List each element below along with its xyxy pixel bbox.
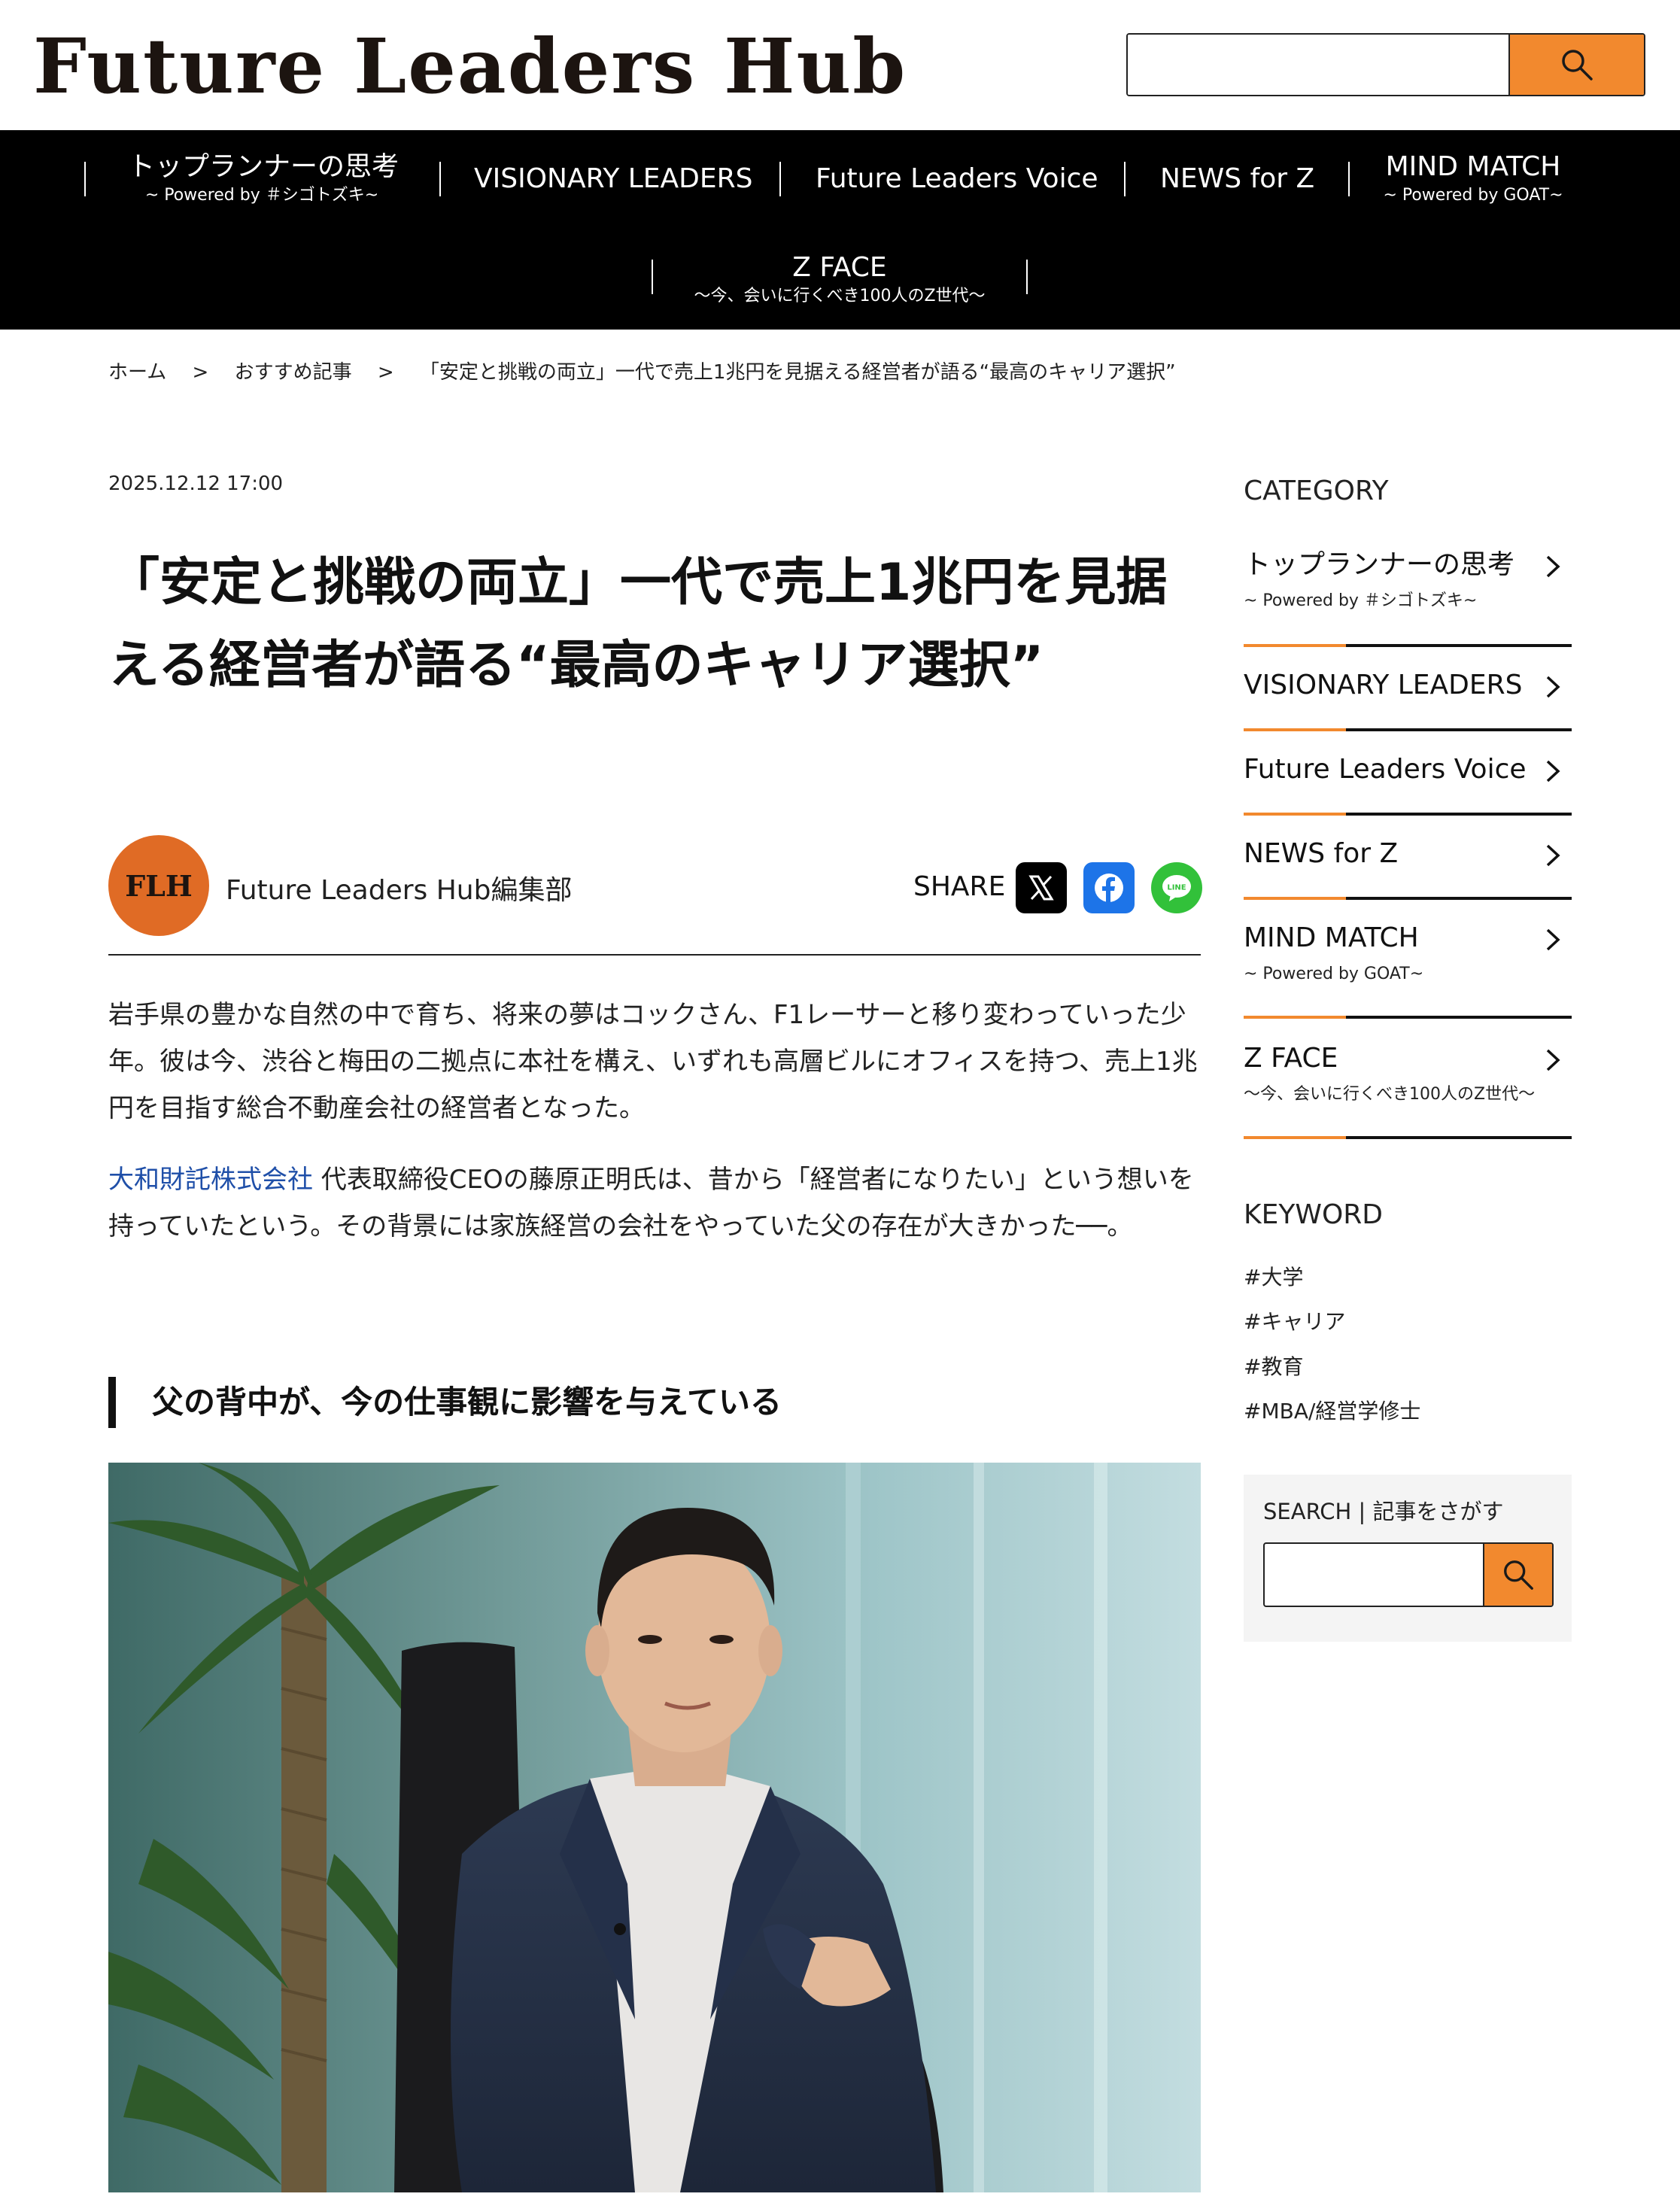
- header-search-button[interactable]: [1508, 35, 1644, 95]
- share-line-button[interactable]: LINE: [1151, 862, 1202, 913]
- nav-item-z-face[interactable]: Z FACE 〜今、会いに行くべき100人のZ世代〜: [683, 251, 996, 308]
- category-heading: CATEGORY: [1244, 476, 1389, 506]
- author-bar: FLH Future Leaders Hub編集部 SHARE LINE: [108, 835, 1202, 956]
- header-search: [1126, 33, 1645, 96]
- author-name[interactable]: Future Leaders Hub編集部: [226, 868, 572, 907]
- nav-divider: [1124, 162, 1126, 196]
- category-divider: [1244, 813, 1572, 816]
- nav-divider: [84, 162, 86, 196]
- sidebar-search-input[interactable]: [1263, 1542, 1554, 1607]
- article-date: 2025.12.12 17:00: [108, 472, 284, 495]
- keyword-heading: KEYWORD: [1244, 1199, 1384, 1230]
- article-paragraph: 岩手県の豊かな自然の中で育ち、将来の夢はコックさん、F1レーサーと移り変わってい…: [108, 1000, 1198, 1123]
- facebook-icon: [1095, 874, 1123, 903]
- article-photo: [108, 1463, 1201, 2192]
- svg-text:LINE: LINE: [1167, 884, 1186, 892]
- breadcrumb-category[interactable]: おすすめ記事: [235, 361, 352, 384]
- share-facebook-button[interactable]: [1083, 862, 1135, 913]
- category-divider: [1244, 897, 1572, 900]
- header-search-input[interactable]: [1128, 35, 1508, 95]
- chevron-right-icon: [1546, 760, 1560, 782]
- sidebar-category-z-face[interactable]: Z FACE 〜今、会いに行くべき100人のZ世代〜: [1244, 1041, 1572, 1106]
- nav-divider: [779, 162, 781, 196]
- company-link[interactable]: 大和財託株式会社: [108, 1165, 313, 1195]
- keyword-link[interactable]: #教育: [1244, 1351, 1303, 1381]
- section-heading: 父の背中が、今の仕事観に影響を与えている: [108, 1377, 782, 1428]
- breadcrumb: ホーム > おすすめ記事 > 「安定と挑戦の両立」一代で売上1兆円を見据える経営…: [108, 357, 1195, 384]
- nav-item-visionary-leaders[interactable]: VISIONARY LEADERS: [474, 162, 753, 196]
- search-icon: [1562, 50, 1593, 81]
- chevron-right-icon: [1546, 555, 1560, 578]
- category-divider: [1244, 1136, 1572, 1139]
- sidebar-search-button[interactable]: [1483, 1544, 1552, 1606]
- nav-divider: [652, 260, 653, 294]
- x-logo-icon: [1028, 875, 1054, 901]
- article-paragraph: 大和財託株式会社 代表取締役CEOの藤原正明氏は、昔から「経営者になりたい」とい…: [108, 1165, 1194, 1241]
- chevron-right-icon: [1546, 676, 1560, 698]
- nav-item-news-for-z[interactable]: NEWS for Z: [1160, 162, 1314, 196]
- sidebar-category-toprunner[interactable]: トップランナーの思考 ~ Powered by ＃シゴトズキ~: [1244, 548, 1572, 612]
- keyword-link[interactable]: #大学: [1244, 1261, 1303, 1291]
- nav-divider: [1026, 260, 1028, 294]
- chevron-right-icon: [1546, 928, 1560, 951]
- chevron-right-icon: [1546, 844, 1560, 867]
- keyword-link[interactable]: #MBA/経営学修士: [1244, 1395, 1420, 1425]
- category-divider: [1244, 1016, 1572, 1019]
- breadcrumb-separator: >: [192, 361, 209, 384]
- share-x-button[interactable]: [1016, 862, 1067, 913]
- sidebar-search-label: SEARCH | 記事をさがす: [1263, 1499, 1504, 1524]
- nav-item-future-leaders-voice[interactable]: Future Leaders Voice: [816, 162, 1098, 196]
- breadcrumb-separator: >: [377, 361, 394, 384]
- site-logo[interactable]: Future Leaders Hub: [33, 21, 907, 111]
- sidebar-category-visionary-leaders[interactable]: VISIONARY LEADERS: [1244, 668, 1572, 703]
- author-avatar[interactable]: FLH: [108, 835, 209, 936]
- search-icon: [1504, 1560, 1533, 1590]
- chevron-right-icon: [1546, 1049, 1560, 1071]
- main-nav: トップランナーの思考 ~ Powered by ＃シゴトズキ~ VISIONAR…: [0, 130, 1680, 330]
- sidebar-category-news-for-z[interactable]: NEWS for Z: [1244, 837, 1572, 871]
- category-divider: [1244, 728, 1572, 731]
- site-header: Future Leaders Hub: [0, 0, 1680, 130]
- sidebar-search: SEARCH | 記事をさがす: [1244, 1475, 1572, 1642]
- nav-divider: [1348, 162, 1350, 196]
- sidebar-category-mind-match[interactable]: MIND MATCH ~ Powered by GOAT~: [1244, 921, 1572, 986]
- portrait-image: [108, 1463, 1201, 2192]
- keyword-link[interactable]: #キャリア: [1244, 1305, 1345, 1335]
- category-divider: [1244, 644, 1572, 647]
- share-label: SHARE: [913, 871, 1006, 902]
- breadcrumb-home[interactable]: ホーム: [108, 361, 166, 384]
- line-icon: LINE: [1162, 875, 1191, 901]
- nav-item-mind-match[interactable]: MIND MATCH ~ Powered by GOAT~: [1383, 150, 1563, 207]
- sidebar-category-future-leaders-voice[interactable]: Future Leaders Voice: [1244, 752, 1572, 787]
- article-title: 「安定と挑戦の両立」一代で売上1兆円を見据える経営者が語る“最高のキャリア選択”: [108, 553, 1168, 695]
- nav-divider: [439, 162, 441, 196]
- breadcrumb-current: 「安定と挑戦の両立」一代で売上1兆円を見据える経営者が語る“最高のキャリア選択”: [419, 361, 1176, 384]
- nav-item-toprunner[interactable]: トップランナーの思考 ~ Powered by ＃シゴトズキ~: [128, 150, 399, 207]
